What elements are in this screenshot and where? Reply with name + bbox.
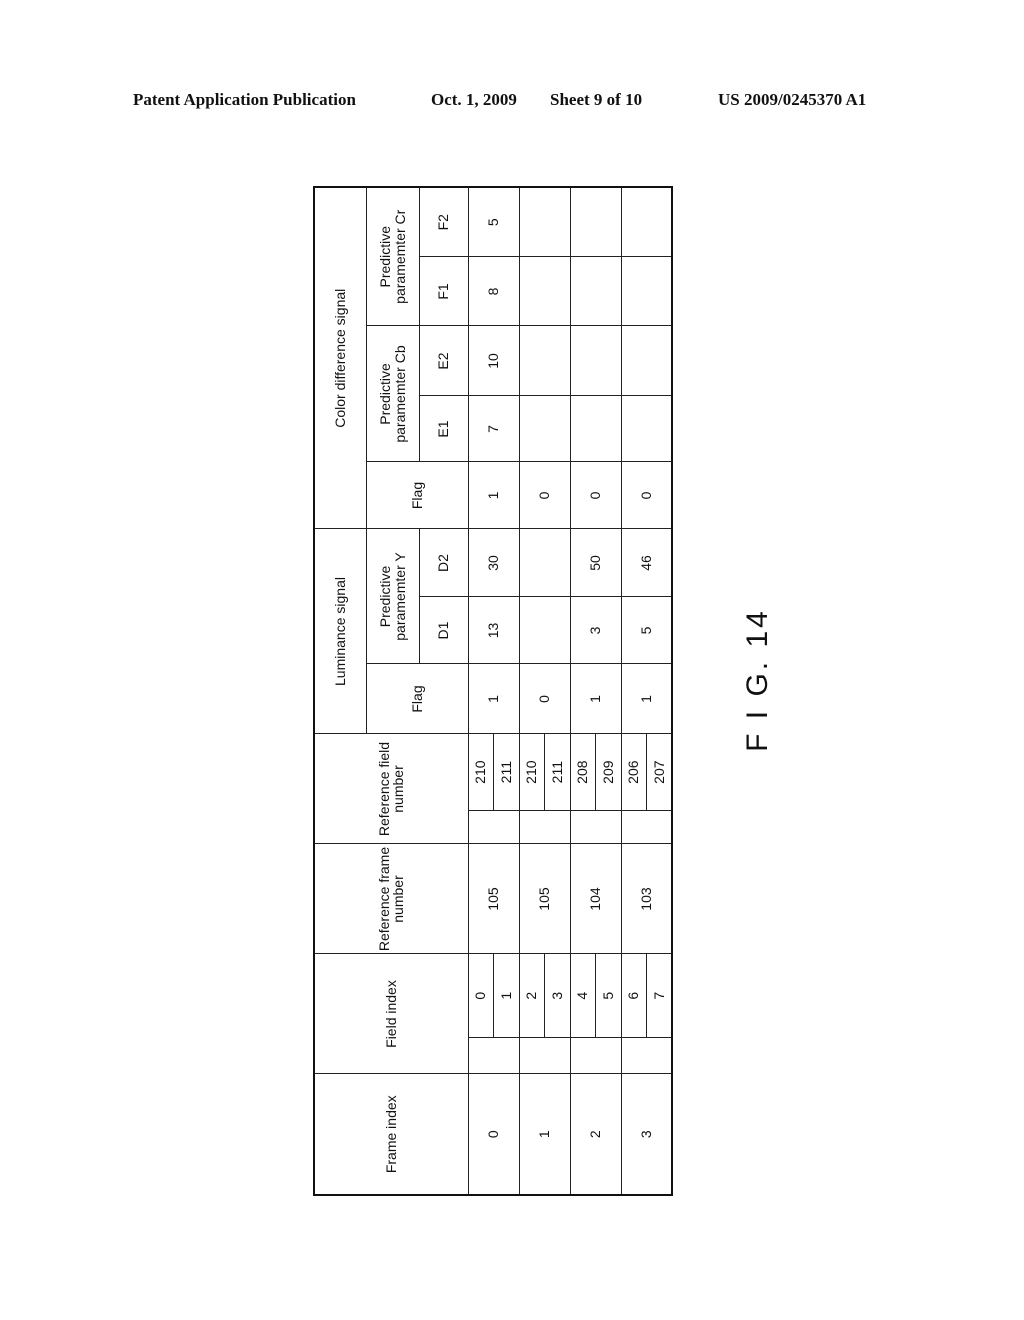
field-index-cell-b: 5 xyxy=(599,991,616,1000)
header-f1: F1 xyxy=(419,257,468,326)
figure-label-text: F I G. 14 xyxy=(741,608,774,752)
ref-field-cell-b: 209 xyxy=(599,760,616,784)
lum-flag-cell: 0 xyxy=(519,664,570,734)
f1-cell: 8 xyxy=(468,257,519,326)
patent-number: US 2009/0245370 A1 xyxy=(718,90,867,109)
f2-cell xyxy=(519,187,570,257)
lum-flag-cell: 1 xyxy=(621,664,672,734)
header-f2: F2 xyxy=(419,187,468,257)
col-flag-cell: 0 xyxy=(570,462,621,529)
d2-cell: 50 xyxy=(570,529,621,597)
e1-cell xyxy=(570,396,621,462)
ref-field-cell-a: 210 xyxy=(519,734,545,810)
frame-index-cell: 0 xyxy=(468,1074,519,1195)
field-index-cell-b: 7 xyxy=(650,991,667,1000)
field-index-cell: 45 xyxy=(570,954,621,1074)
field-index-cell-b: 3 xyxy=(548,991,565,1000)
field-index-cell-a: 6 xyxy=(621,954,647,1037)
header-lum-flag: Flag xyxy=(366,664,468,734)
field-index-cell-a: 4 xyxy=(570,954,596,1037)
d2-cell xyxy=(519,529,570,597)
header-e1: E1 xyxy=(419,396,468,462)
table-row: 2 4 5 104 208 209 1 3 50 0 xyxy=(570,187,621,1195)
f1-cell xyxy=(519,257,570,326)
ref-field-cell-a: 210 xyxy=(468,734,494,810)
ref-field-cell-a: 206 xyxy=(621,734,647,810)
table-row: 1 2 3 105 210 211 0 0 xyxy=(519,187,570,1195)
lum-flag-cell: 1 xyxy=(468,664,519,734)
ref-field-cell: 208 209 xyxy=(570,734,621,844)
table-row: 0 0 1 105 210 211 1 13 30 1 7 10 8 5 xyxy=(468,187,519,1195)
d1-cell: 13 xyxy=(468,597,519,664)
field-index-cell: 67 xyxy=(621,954,672,1074)
e1-cell xyxy=(519,396,570,462)
frame-index-cell: 1 xyxy=(519,1074,570,1195)
f1-cell xyxy=(570,257,621,326)
header-field-index: Field index xyxy=(314,954,468,1074)
f2-cell: 5 xyxy=(468,187,519,257)
d1-cell: 5 xyxy=(621,597,672,664)
e1-cell xyxy=(621,396,672,462)
header-ref-field: Reference field number xyxy=(314,734,468,844)
publication-title: Patent Application Publication xyxy=(133,90,356,109)
publication-date: Oct. 1, 2009 xyxy=(431,90,517,109)
e2-cell: 10 xyxy=(468,326,519,396)
f2-cell xyxy=(570,187,621,257)
table-row: 3 6 7 103 206 207 1 5 46 0 xyxy=(621,187,672,1195)
header-frame-index: Frame index xyxy=(314,1074,468,1195)
field-index-cell: 23 xyxy=(519,954,570,1074)
frame-index-cell: 2 xyxy=(570,1074,621,1195)
figure-label: F I G. 14 xyxy=(728,608,788,752)
ref-field-cell-b: 211 xyxy=(548,761,565,784)
header-pred-cr: Predictive paramemter Cr xyxy=(366,187,419,326)
field-index-cell-a: 0 xyxy=(468,954,494,1037)
f1-cell xyxy=(621,257,672,326)
ref-field-cell-b: 207 xyxy=(650,760,667,784)
e2-cell xyxy=(519,326,570,396)
d2-cell: 46 xyxy=(621,529,672,597)
figure-table-rotated: Frame index Field index Reference frame … xyxy=(313,186,673,1196)
ref-frame-cell: 104 xyxy=(570,844,621,954)
d2-cell: 30 xyxy=(468,529,519,597)
col-flag-cell: 0 xyxy=(519,462,570,529)
header-col-flag: Flag xyxy=(366,462,468,529)
field-index-cell-a: 2 xyxy=(519,954,545,1037)
ref-frame-cell: 105 xyxy=(519,844,570,954)
lum-flag-cell: 1 xyxy=(570,664,621,734)
e1-cell: 7 xyxy=(468,396,519,462)
header-d1: D1 xyxy=(419,597,468,664)
e2-cell xyxy=(621,326,672,396)
sheet-number: Sheet 9 of 10 xyxy=(550,90,643,109)
col-flag-cell: 1 xyxy=(468,462,519,529)
ref-field-cell: 206 207 xyxy=(621,734,672,844)
ref-field-cell-a: 208 xyxy=(570,734,596,810)
d1-cell xyxy=(519,597,570,664)
ref-frame-cell: 105 xyxy=(468,844,519,954)
ref-field-cell-b: 211 xyxy=(497,761,514,784)
ref-field-cell: 210 211 xyxy=(519,734,570,844)
header-ref-frame: Reference frame number xyxy=(314,844,468,954)
header-luminance: Luminance signal xyxy=(314,529,366,734)
field-index-cell: 01 xyxy=(468,954,519,1074)
header-d2: D2 xyxy=(419,529,468,597)
header-color-difference: Color difference signal xyxy=(314,187,366,529)
f2-cell xyxy=(621,187,672,257)
d1-cell: 3 xyxy=(570,597,621,664)
frame-index-cell: 3 xyxy=(621,1074,672,1195)
parameter-table: Frame index Field index Reference frame … xyxy=(313,186,673,1196)
ref-frame-cell: 103 xyxy=(621,844,672,954)
ref-field-cell: 210 211 xyxy=(468,734,519,844)
header-pred-y: Predictive paramemter Y xyxy=(366,529,419,664)
e2-cell xyxy=(570,326,621,396)
col-flag-cell: 0 xyxy=(621,462,672,529)
header-e2: E2 xyxy=(419,326,468,396)
header-pred-cb: Predictive paramemter Cb xyxy=(366,326,419,462)
field-index-cell-b: 1 xyxy=(497,991,514,1000)
